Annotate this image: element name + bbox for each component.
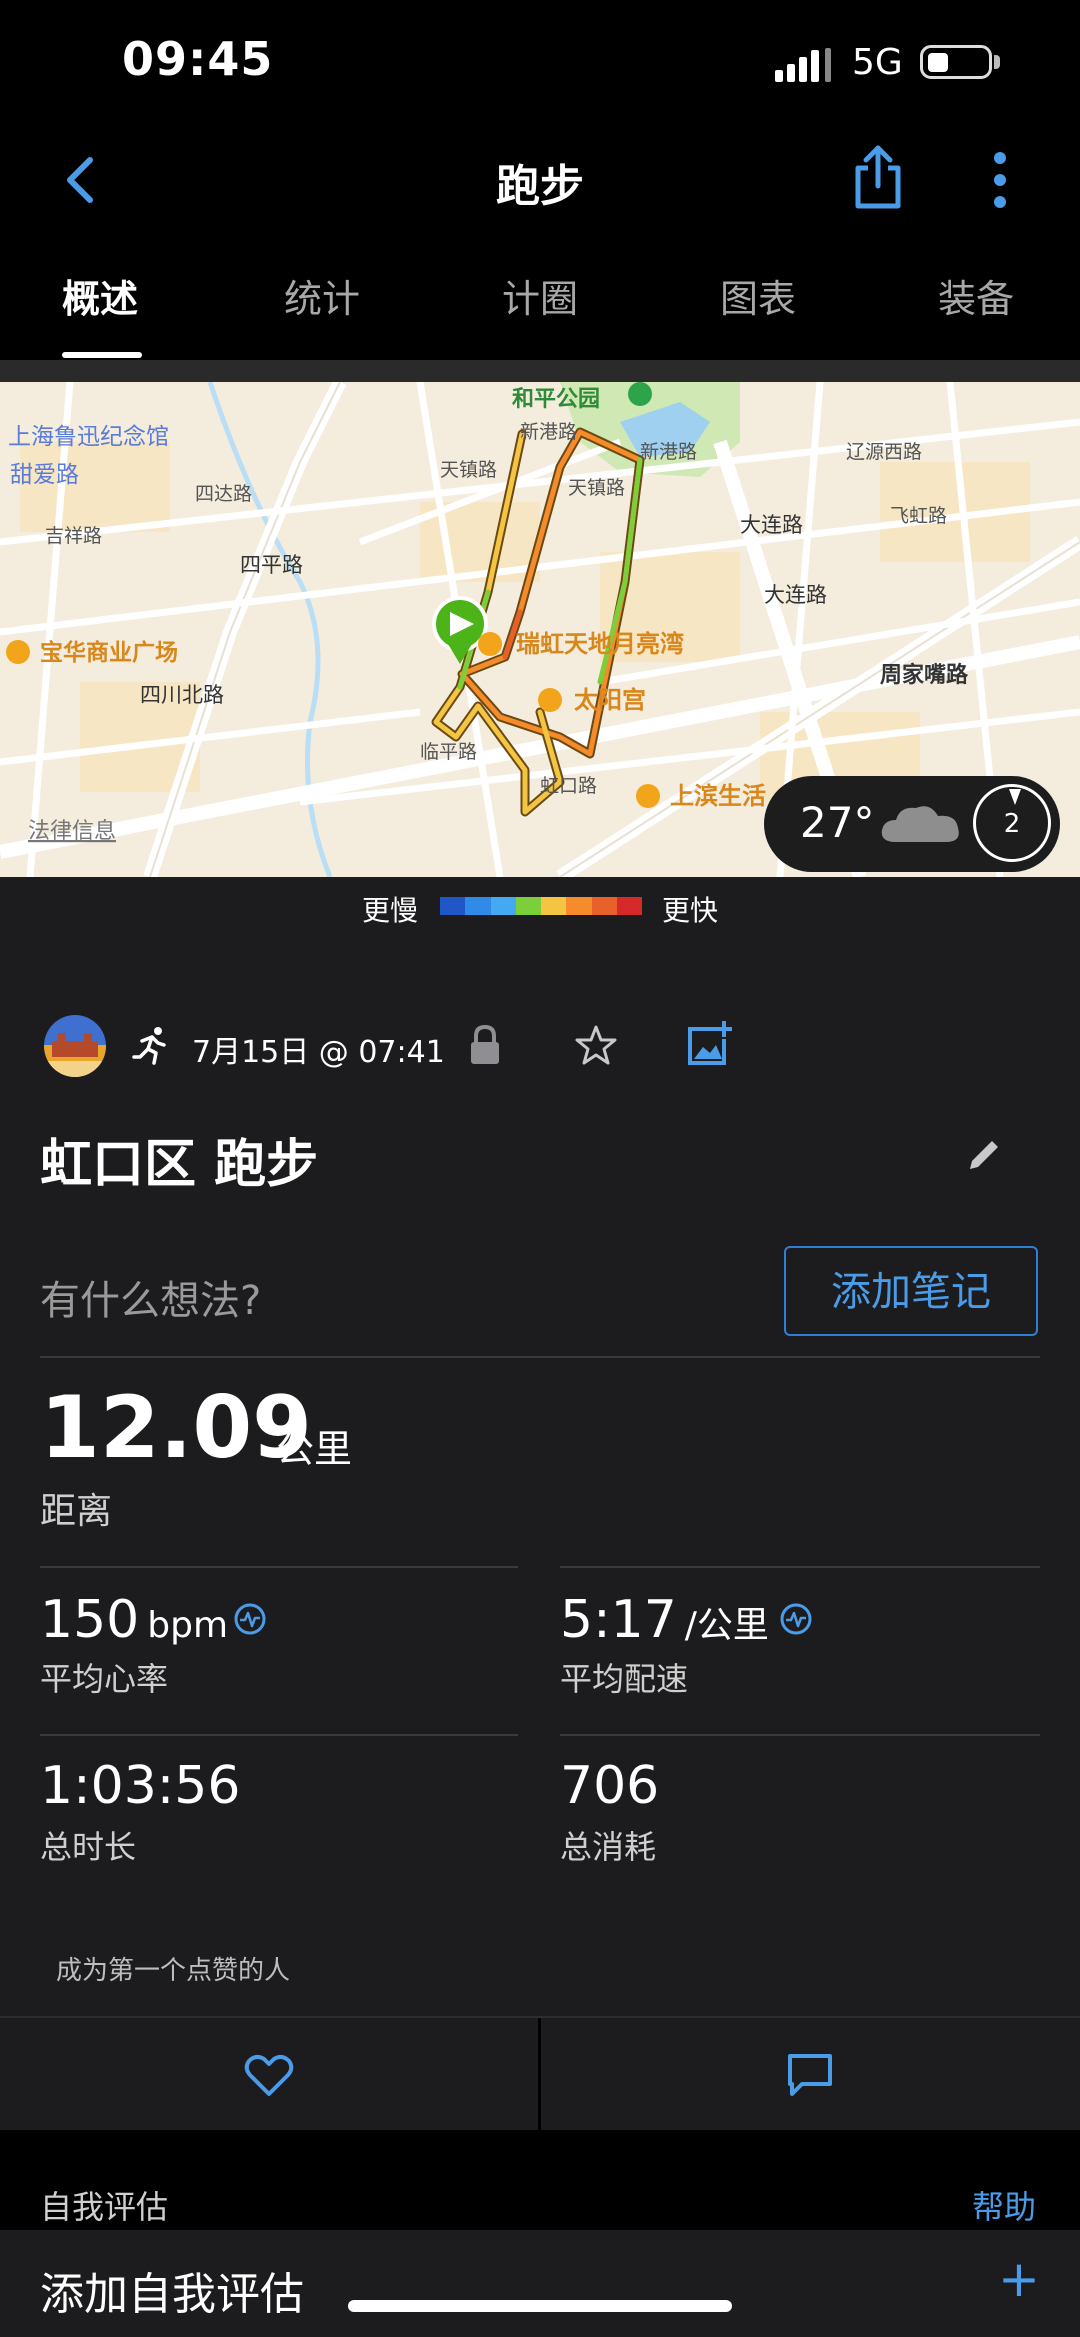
- total-calories: 706: [560, 1756, 660, 1816]
- map-label: 新港路: [520, 421, 577, 443]
- signal-icon: [775, 48, 831, 82]
- legend-slow: 更慢: [362, 894, 419, 927]
- avg-heart-rate-label: 平均心率: [40, 1660, 169, 1698]
- map-label: 天镇路: [568, 477, 625, 499]
- legend-swatch: [440, 897, 466, 915]
- map-label: 四川北路: [140, 683, 224, 707]
- heart-rate-info-icon[interactable]: [233, 1602, 267, 1636]
- avg-pace-label: 平均配速: [560, 1660, 689, 1698]
- distance-label: 距离: [40, 1491, 113, 1532]
- map-label: 临平路: [420, 741, 477, 763]
- distance-unit: 公里: [276, 1427, 353, 1471]
- legend-fast: 更快: [662, 894, 719, 927]
- legend-swatch: [591, 897, 617, 915]
- tab-overview[interactable]: 概述: [62, 268, 138, 323]
- map-label: 宝华商业广场: [40, 639, 178, 666]
- legend-swatch: [541, 897, 567, 915]
- running-icon: [132, 1027, 166, 1065]
- tab-charts[interactable]: 图表: [720, 268, 796, 323]
- compass-dial: 2: [973, 784, 1051, 862]
- avatar[interactable]: [44, 1015, 106, 1077]
- pace-unit: /公里: [684, 1605, 769, 1646]
- self-eval-title: 自我评估: [40, 2188, 169, 2226]
- heart-rate-unit: bpm: [147, 1605, 229, 1646]
- divider: [40, 1356, 1040, 1358]
- star-icon[interactable]: [574, 1023, 618, 1067]
- share-icon[interactable]: [850, 142, 906, 212]
- help-link[interactable]: 帮助: [972, 2182, 1036, 2228]
- heart-icon[interactable]: [244, 2052, 294, 2098]
- total-time-label: 总时长: [40, 1828, 137, 1866]
- divider: [560, 1734, 1040, 1736]
- map-label: 上海鲁迅纪念馆: [8, 424, 169, 450]
- legend-swatch: [465, 897, 491, 915]
- weather-badge: 27° 2: [764, 776, 1060, 872]
- legend-gradient: [440, 897, 642, 915]
- add-photo-icon[interactable]: [686, 1019, 732, 1067]
- activity-date: 7月15日 @ 07:41: [192, 1035, 445, 1070]
- lock-icon[interactable]: [468, 1023, 502, 1067]
- tab-underline: [62, 352, 142, 358]
- divider: [40, 1566, 518, 1568]
- legend-swatch: [616, 897, 642, 915]
- more-vertical-icon[interactable]: [982, 148, 1018, 212]
- map-label: 甜爱路: [10, 462, 79, 488]
- tab-gear[interactable]: 装备: [938, 268, 1014, 323]
- legend-swatch: [566, 897, 592, 915]
- page-title: 跑步: [496, 161, 584, 212]
- social-actions: [0, 2016, 1080, 2132]
- map-label: 上滨生活: [670, 782, 766, 810]
- pencil-icon[interactable]: [966, 1137, 1002, 1173]
- plus-icon[interactable]: +: [998, 2250, 1040, 2308]
- add-note-button[interactable]: 添加笔记: [784, 1246, 1038, 1336]
- map-label: 太阳宫: [574, 686, 646, 714]
- map-label: 四达路: [195, 483, 252, 505]
- nav-bar: 跑步: [0, 120, 1080, 240]
- status-time: 09:45: [122, 32, 274, 86]
- map-label: 天镇路: [440, 459, 497, 481]
- map-label: 四平路: [240, 553, 303, 577]
- map-label: 和平公园: [512, 387, 600, 412]
- avg-heart-rate: 150 bpm: [40, 1590, 229, 1650]
- map-label: 辽源西路: [846, 441, 922, 463]
- divider: [560, 1566, 1040, 1568]
- comment-icon[interactable]: [786, 2052, 834, 2098]
- map-label: 瑞虹天地月亮湾: [516, 630, 684, 658]
- map-label: 飞虹路: [890, 505, 947, 527]
- kudos-text[interactable]: 成为第一个点赞的人: [56, 1950, 290, 1987]
- legend-swatch: [515, 897, 541, 915]
- activity-title: 虹口区 跑步: [40, 1135, 319, 1195]
- pace-info-icon[interactable]: [779, 1602, 813, 1636]
- status-bar: 09:45 5G: [0, 0, 1080, 120]
- battery-icon: [920, 45, 992, 79]
- cloud-icon: [881, 806, 959, 842]
- divider: [40, 1734, 518, 1736]
- activity-meta: 7月15日 @ 07:41: [0, 1005, 1080, 1085]
- tab-stats[interactable]: 统计: [284, 268, 360, 323]
- note-prompt[interactable]: 有什么想法?: [40, 1268, 261, 1326]
- dial-value: 2: [1003, 809, 1021, 839]
- avg-pace: 5:17/公里: [560, 1590, 769, 1650]
- weather-temp: 27°: [800, 798, 875, 847]
- legend-swatch: [490, 897, 516, 915]
- map-label: 周家嘴路: [880, 662, 969, 688]
- section-divider: [0, 360, 1080, 382]
- network-type: 5G: [852, 42, 903, 83]
- add-self-eval-label: 添加自我评估: [40, 2269, 304, 2320]
- map-label: 大连路: [764, 583, 827, 607]
- pace-legend: 更慢 更快: [0, 877, 1080, 935]
- home-indicator: [348, 2300, 732, 2312]
- legal-info-link: 法律信息: [28, 819, 116, 844]
- tab-bar: 概述 统计 计圈 图表 装备: [0, 250, 1080, 360]
- tab-laps[interactable]: 计圈: [502, 268, 578, 323]
- total-calories-label: 总消耗: [560, 1828, 657, 1866]
- distance-value: 12.09: [40, 1378, 313, 1478]
- add-self-eval-row[interactable]: 添加自我评估 +: [0, 2232, 1080, 2337]
- map-label: 大连路: [740, 513, 803, 537]
- map-label: 新港路: [640, 441, 697, 463]
- map-label: 虹口路: [540, 775, 597, 797]
- map-label: 吉祥路: [45, 525, 102, 547]
- total-time: 1:03:56: [40, 1756, 241, 1816]
